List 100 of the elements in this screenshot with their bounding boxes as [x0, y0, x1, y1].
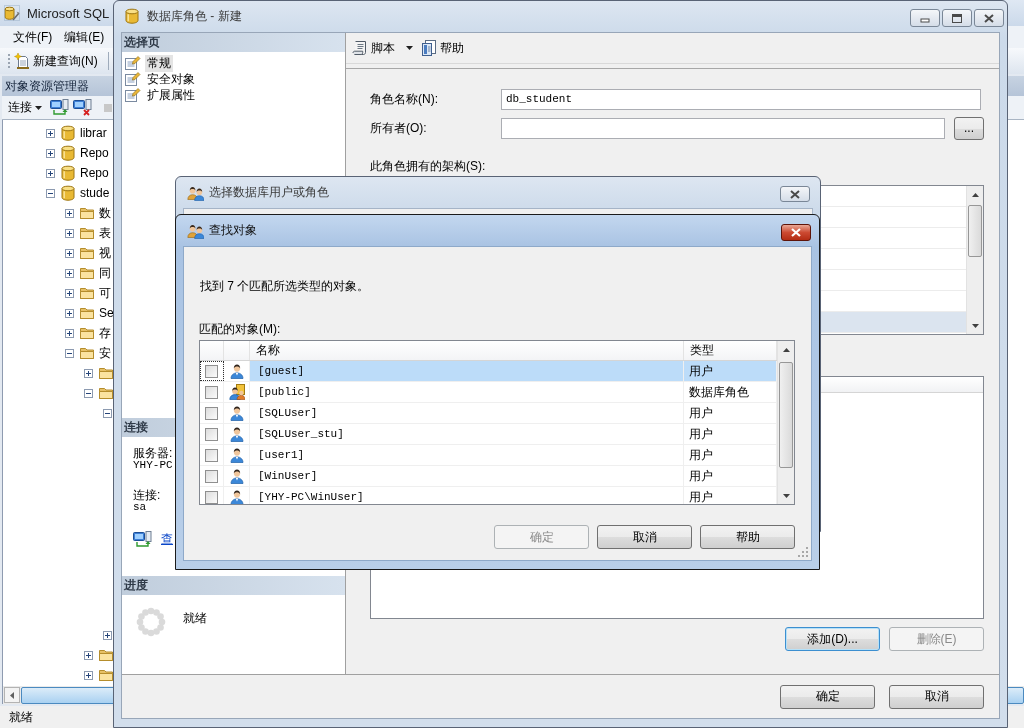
expand-toggle-icon[interactable]: [46, 148, 55, 158]
checkbox[interactable]: [205, 364, 218, 378]
collapse-toggle-icon[interactable]: [84, 388, 93, 398]
close-button[interactable]: [974, 9, 1004, 27]
object-name[interactable]: [public]: [250, 382, 684, 402]
help-button[interactable]: 帮助: [700, 525, 795, 549]
scrollbar-thumb[interactable]: [779, 362, 793, 468]
tree-item[interactable]: 数: [99, 204, 111, 222]
folder-icon: [80, 267, 94, 279]
tree-item[interactable]: 表: [99, 224, 111, 242]
expand-toggle-icon[interactable]: [84, 670, 93, 680]
resize-grip-icon[interactable]: [798, 547, 808, 557]
scrollbar-thumb[interactable]: [968, 205, 982, 257]
expand-toggle-icon[interactable]: [65, 328, 74, 338]
database-icon: [61, 125, 75, 141]
status-text: 就绪: [9, 708, 33, 726]
object-name[interactable]: [WinUser]: [250, 466, 684, 486]
down-arrow-icon[interactable]: [781, 492, 791, 499]
expand-toggle-icon[interactable]: [46, 128, 55, 138]
tree-item[interactable]: 视: [99, 244, 111, 262]
field-label: 所有者(O):: [370, 119, 428, 137]
expand-toggle-icon[interactable]: [46, 168, 55, 178]
tree-item[interactable]: Se: [99, 306, 114, 320]
collapse-toggle-icon[interactable]: [65, 348, 74, 358]
section-header: 进度: [122, 576, 345, 595]
add-button[interactable]: 添加(D)...: [785, 627, 880, 651]
vertical-scrollbar[interactable]: [777, 341, 794, 504]
expand-toggle-icon[interactable]: [103, 630, 112, 640]
cancel-button[interactable]: 取消: [597, 525, 692, 549]
object-type[interactable]: 用户: [684, 361, 777, 381]
text-field[interactable]: db_student: [501, 88, 981, 110]
tree-item[interactable]: 存: [99, 324, 111, 342]
collapse-toggle-icon[interactable]: [103, 408, 112, 418]
user-group-icon: [228, 384, 245, 400]
up-arrow-icon[interactable]: [970, 191, 980, 198]
tree-item[interactable]: stude: [80, 186, 110, 200]
scroll-icon: [352, 40, 368, 56]
object-name[interactable]: [user1]: [250, 445, 684, 465]
text-field[interactable]: [501, 117, 945, 139]
script-button[interactable]: 脚本: [352, 37, 415, 59]
object-name[interactable]: [SQLUser]: [250, 403, 684, 423]
cancel-button[interactable]: 取消: [889, 684, 984, 709]
database-icon: [125, 8, 142, 25]
database-wrench-icon: [4, 5, 20, 21]
checkbox[interactable]: [205, 385, 218, 399]
checkbox[interactable]: [205, 427, 218, 441]
browse-button[interactable]: ...: [954, 116, 984, 140]
checkbox[interactable]: [205, 406, 218, 420]
database-icon: [61, 185, 75, 201]
object-name[interactable]: [YHY-PC\WinUser]: [250, 487, 684, 504]
vertical-scrollbar[interactable]: [966, 186, 983, 334]
page-item[interactable]: 常规: [145, 54, 173, 72]
tree-item[interactable]: 可: [99, 284, 111, 302]
expand-toggle-icon[interactable]: [84, 650, 93, 660]
expand-toggle-icon[interactable]: [65, 288, 74, 298]
column-header[interactable]: 名称: [250, 341, 684, 360]
maximize-button[interactable]: [942, 9, 972, 27]
folder-icon: [99, 669, 113, 681]
connection-link[interactable]: 查: [161, 531, 173, 548]
left-arrow-icon[interactable]: [9, 690, 15, 700]
down-arrow-icon[interactable]: [970, 322, 980, 329]
checkbox[interactable]: [205, 490, 218, 504]
window-title: 选择数据库用户或角色: [209, 184, 329, 201]
expand-toggle-icon[interactable]: [65, 248, 74, 258]
folder-icon: [80, 347, 94, 359]
menu-item[interactable]: 编辑(E): [58, 28, 111, 46]
object-name[interactable]: [SQLUser_stu]: [250, 424, 684, 444]
folder-icon: [80, 327, 94, 339]
checkbox[interactable]: [205, 448, 218, 462]
connection-label: 服务器:: [133, 447, 173, 460]
up-arrow-icon[interactable]: [781, 346, 791, 353]
object-name[interactable]: [guest]: [250, 361, 684, 381]
expand-toggle-icon[interactable]: [65, 208, 74, 218]
close-button[interactable]: [780, 186, 810, 202]
maximize-icon: [952, 13, 962, 23]
close-button[interactable]: [781, 224, 811, 241]
tree-item[interactable]: Repo: [80, 166, 109, 180]
computer-arrow-icon[interactable]: [50, 99, 69, 116]
tree-item[interactable]: librar: [80, 126, 107, 140]
spinner-icon: [136, 607, 166, 637]
new-query-button[interactable]: 新建查询(N): [12, 50, 98, 72]
folder-icon: [80, 247, 94, 259]
computer-x-icon[interactable]: [73, 99, 92, 116]
expand-toggle-icon[interactable]: [84, 368, 93, 378]
tree-item[interactable]: Repo: [80, 146, 109, 160]
tree-item[interactable]: 同: [99, 264, 111, 282]
tree-item[interactable]: 安: [99, 344, 111, 362]
new-document-icon: [14, 53, 30, 69]
menu-item[interactable]: 文件(F): [7, 28, 59, 46]
close-icon: [790, 189, 800, 199]
expand-toggle-icon[interactable]: [65, 308, 74, 318]
expand-toggle-icon[interactable]: [65, 268, 74, 278]
expand-toggle-icon[interactable]: [65, 228, 74, 238]
result-message: 找到 7 个匹配所选类型的对象。: [200, 278, 370, 292]
user-icon: [228, 468, 245, 484]
checkbox[interactable]: [205, 469, 218, 483]
ok-button[interactable]: 确定: [780, 684, 875, 709]
help-button[interactable]: 帮助: [421, 37, 464, 59]
connect-button[interactable]: 连接: [8, 99, 42, 116]
collapse-toggle-icon[interactable]: [46, 188, 55, 198]
